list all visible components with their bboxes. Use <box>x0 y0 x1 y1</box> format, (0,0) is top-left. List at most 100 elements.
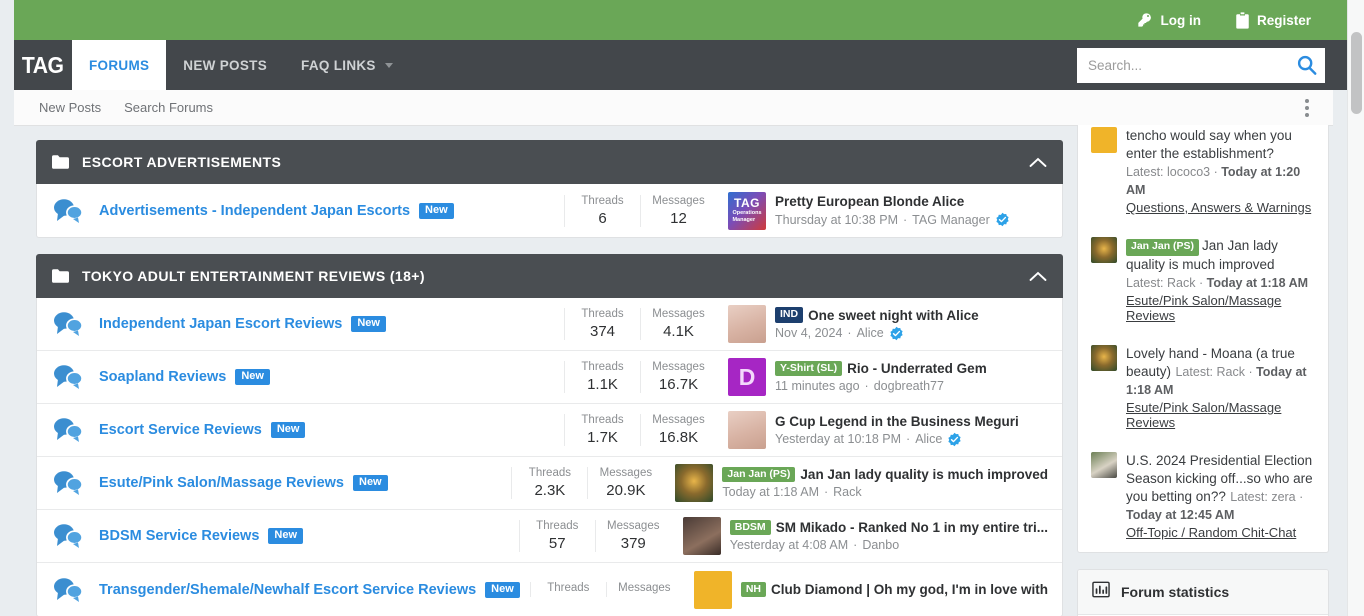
category-header[interactable]: TOKYO ADULT ENTERTAINMENT REVIEWS (18+) <box>36 254 1063 298</box>
latest-label: Latest: <box>1126 275 1164 290</box>
forum-list: ESCORT ADVERTISEMENTS Advertisements - I… <box>36 140 1063 616</box>
nav-tab-forums[interactable]: FORUMS <box>72 40 167 90</box>
thread-prefix-badge[interactable]: NH <box>740 581 766 598</box>
threads-value: 2.3K <box>534 482 566 499</box>
subnav-link-new-posts[interactable]: New Posts <box>39 100 101 115</box>
threads-label: Threads <box>581 194 624 207</box>
category-tokyo-adult-entertainment-reviews: TOKYO ADULT ENTERTAINMENT REVIEWS (18+) <box>36 254 1063 616</box>
forum-title[interactable]: Transgender/Shemale/Newhalf Escort Servi… <box>99 582 476 598</box>
thread-prefix-badge[interactable]: BDSM <box>729 519 771 536</box>
last-post-author[interactable]: Rack <box>833 485 861 499</box>
last-post-title[interactable]: SM Mikado - Ranked No 1 in my entire tri… <box>776 520 1048 535</box>
last-post-title[interactable]: Jan Jan lady quality is much improved <box>800 467 1048 482</box>
latest-post-forum[interactable]: Esute/Pink Salon/Massage Reviews <box>1126 293 1315 323</box>
avatar[interactable] <box>728 305 766 343</box>
avatar[interactable] <box>682 517 721 555</box>
thread-prefix-badge[interactable]: Y-Shirt (SL) <box>775 360 843 377</box>
messages-stat: Messages 16.7K <box>640 361 716 393</box>
threads-value: 57 <box>548 535 566 552</box>
forum-row[interactable]: BDSM Service Reviews New Threads 57 Mess… <box>37 510 1062 563</box>
forum-title[interactable]: Escort Service Reviews <box>99 422 262 438</box>
page-body: ESCORT ADVERTISEMENTS Advertisements - I… <box>14 125 1347 616</box>
latest-post-author[interactable]: Rack <box>1167 276 1195 290</box>
page-scrollbar[interactable] <box>1347 0 1364 616</box>
new-badge: New <box>268 528 304 544</box>
last-post-author[interactable]: dogbreath77 <box>874 379 944 393</box>
latest-post-forum[interactable]: Off-Topic / Random Chit-Chat <box>1126 525 1296 540</box>
latest-post-item[interactable]: tencho would say when you enter the esta… <box>1078 125 1328 227</box>
forum-title[interactable]: Esute/Pink Salon/Massage Reviews <box>99 475 344 491</box>
forum-title[interactable]: Soapland Reviews <box>99 369 226 385</box>
forum-row[interactable]: Advertisements - Independent Japan Escor… <box>37 184 1062 237</box>
forum-row[interactable]: Independent Japan Escort Reviews New Thr… <box>37 298 1062 351</box>
latest-post-item[interactable]: U.S. 2024 Presidential Election Season k… <box>1078 442 1328 552</box>
forum-row[interactable]: Soapland Reviews New Threads 1.1K Messag… <box>37 351 1062 404</box>
avatar[interactable] <box>1091 237 1117 263</box>
last-post-author[interactable]: TAG Manager <box>912 213 990 227</box>
last-post: NH Club Diamond | Oh my god, I'm in love… <box>682 570 1048 609</box>
threads-label: Threads <box>536 520 579 532</box>
avatar[interactable] <box>693 570 732 609</box>
last-post-title[interactable]: One sweet night with Alice <box>808 308 979 323</box>
chevron-up-icon[interactable] <box>1029 271 1047 282</box>
forum-title[interactable]: Advertisements - Independent Japan Escor… <box>99 203 410 219</box>
subnav-link-search-forums[interactable]: Search Forums <box>124 100 213 115</box>
avatar[interactable]: TAG Operations Manager <box>728 191 766 230</box>
last-post-title[interactable]: Pretty European Blonde Alice <box>775 194 964 209</box>
forum-row[interactable]: Esute/Pink Salon/Massage Reviews New Thr… <box>37 457 1062 510</box>
avatar[interactable] <box>1091 344 1117 371</box>
avatar[interactable] <box>675 464 714 502</box>
last-post-author[interactable]: Danbo <box>862 538 899 552</box>
kebab-menu-icon[interactable] <box>1305 98 1309 117</box>
latest-post-author[interactable]: zera <box>1271 490 1295 504</box>
last-post-meta: Yesterday at 4:08 AM · Danbo <box>730 538 1048 552</box>
latest-post-author[interactable]: Rack <box>1217 365 1245 379</box>
new-badge: New <box>419 202 454 219</box>
last-post-title[interactable]: G Cup Legend in the Business Meguri <box>775 414 1019 429</box>
last-post-title[interactable]: Club Diamond | Oh my god, I'm in love wi… <box>771 582 1048 597</box>
nav-tab-forums-label: FORUMS <box>89 57 150 73</box>
forum-row[interactable]: Escort Service Reviews New Threads 1.7K … <box>37 404 1062 457</box>
forum-title[interactable]: Independent Japan Escort Reviews <box>99 316 342 332</box>
register-link[interactable]: Register <box>1235 11 1311 29</box>
messages-label: Messages <box>618 582 671 594</box>
thread-prefix-badge[interactable]: Jan Jan (PS) <box>1126 239 1200 256</box>
latest-post-forum[interactable]: Questions, Answers & Warnings <box>1126 200 1311 215</box>
chevron-up-icon[interactable] <box>1029 157 1047 168</box>
latest-post-forum[interactable]: Esute/Pink Salon/Massage Reviews <box>1126 400 1315 430</box>
latest-post-author[interactable]: lococo3 <box>1167 165 1210 179</box>
scrollbar-thumb[interactable] <box>1351 32 1362 114</box>
forum-bubbles-icon <box>53 198 99 224</box>
avatar[interactable] <box>1091 451 1117 478</box>
site-logo[interactable]: TAG <box>14 40 72 90</box>
last-post-author[interactable]: Alice <box>857 326 884 340</box>
latest-post-item[interactable]: Jan Jan (PS) Jan Jan lady quality is much… <box>1078 227 1328 335</box>
avatar[interactable] <box>728 411 766 449</box>
forum-row[interactable]: Transgender/Shemale/Newhalf Escort Servi… <box>37 563 1062 616</box>
last-post-author[interactable]: Alice <box>915 432 942 446</box>
category-header[interactable]: ESCORT ADVERTISEMENTS <box>36 140 1063 184</box>
forum-title[interactable]: BDSM Service Reviews <box>99 528 259 544</box>
thread-prefix-badge[interactable]: Jan Jan (PS) <box>722 466 796 483</box>
folder-icon <box>52 155 69 169</box>
avatar[interactable] <box>1091 127 1117 153</box>
nav-tab-new-posts[interactable]: NEW POSTS <box>166 40 284 90</box>
last-post-title[interactable]: Rio - Underrated Gem <box>847 361 987 376</box>
forum-bubbles-icon <box>53 523 99 549</box>
search-box[interactable] <box>1077 47 1325 83</box>
nav-tab-new-posts-label: NEW POSTS <box>183 57 268 73</box>
latest-post-item[interactable]: Lovely hand - Moana (a true beauty) Late… <box>1078 335 1328 442</box>
thread-prefix-badge[interactable]: IND <box>775 307 804 323</box>
search-icon[interactable] <box>1296 54 1318 76</box>
login-link[interactable]: Log in <box>1137 12 1201 28</box>
nav-tab-faq-links[interactable]: FAQ LINKS <box>284 40 410 90</box>
last-post-time: Yesterday at 10:18 PM <box>775 432 902 446</box>
latest-post-title[interactable]: Jan Jan (PS) Jan Jan lady quality is much… <box>1126 238 1278 272</box>
search-input[interactable] <box>1077 47 1325 83</box>
last-post-title-row: G Cup Legend in the Business Meguri <box>775 414 1048 429</box>
latest-post-body: Jan Jan (PS) Jan Jan lady quality is much… <box>1126 237 1315 325</box>
meta-separator: · <box>864 379 869 394</box>
latest-post-title[interactable]: tencho would say when you enter the esta… <box>1126 128 1292 161</box>
avatar[interactable]: D <box>728 358 766 396</box>
last-post-time: Nov 4, 2024 <box>775 326 843 341</box>
